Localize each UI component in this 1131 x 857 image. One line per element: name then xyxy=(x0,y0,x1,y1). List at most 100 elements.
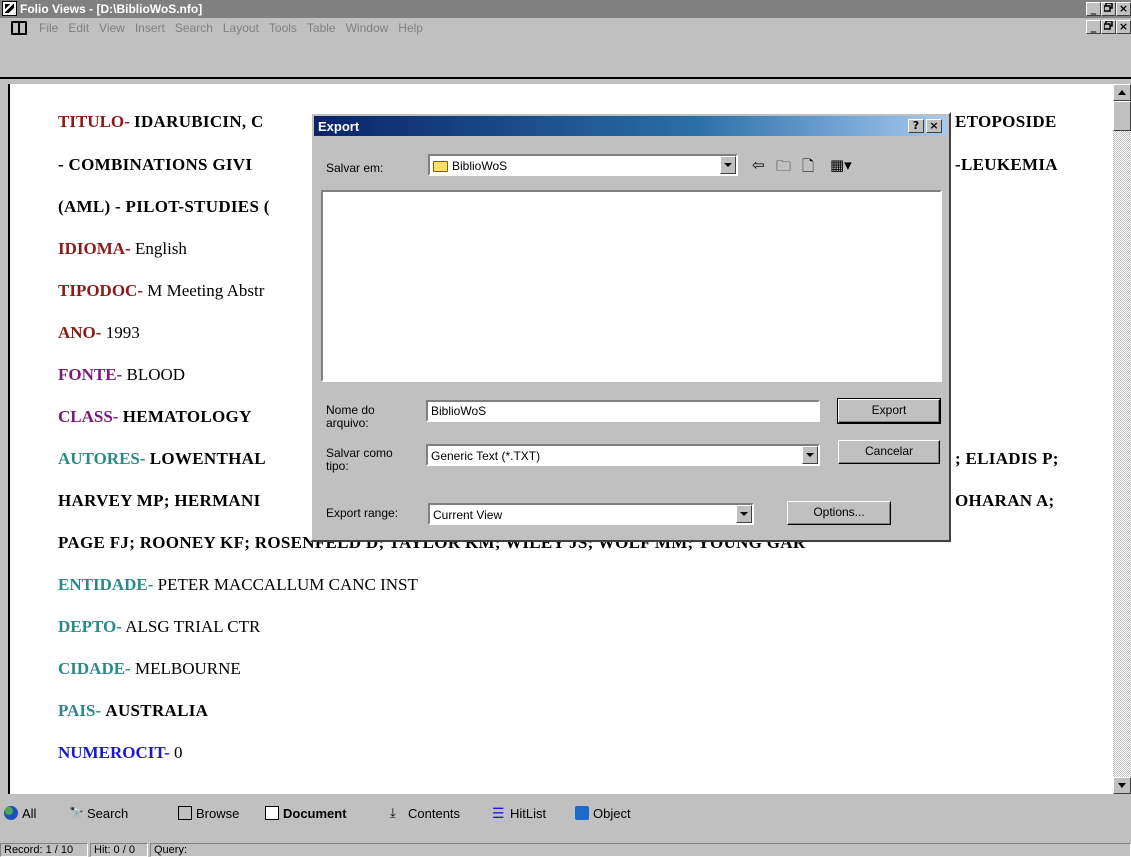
menu-tools[interactable]: Tools xyxy=(264,21,302,35)
scroll-thumb[interactable] xyxy=(1113,101,1131,131)
salvar-em-combo[interactable]: BiblioWoS xyxy=(428,154,738,176)
dialog-title-bar: Export ? × xyxy=(314,116,947,136)
menu-bar: File Edit View Insert Search Layout Tool… xyxy=(0,18,1131,38)
doc-line-autores-1: AUTORES- LOWENTHAL xyxy=(58,449,266,469)
doc-line-titulo-3: (AML) - PILOT-STUDIES ( xyxy=(58,197,270,217)
export-button[interactable]: Export xyxy=(837,398,941,424)
cidade-value: MELBOURNE xyxy=(134,659,241,678)
tab-contents[interactable]: ⤓ Contents xyxy=(390,803,460,823)
salvar-como-tipo-label: Salvar como tipo: xyxy=(326,446,393,473)
scroll-down-button[interactable] xyxy=(1113,777,1131,794)
file-type-dropdown-arrow[interactable] xyxy=(802,446,818,464)
scroll-up-button[interactable] xyxy=(1113,84,1131,101)
view-menu-icon[interactable]: ▦▾ xyxy=(830,156,852,174)
doc-minimize-button[interactable]: _ xyxy=(1086,20,1101,34)
menu-help[interactable]: Help xyxy=(393,21,428,35)
export-range-dropdown-arrow[interactable] xyxy=(736,505,752,523)
tab-browse-label: Browse xyxy=(196,805,240,821)
tab-document-label: Document xyxy=(283,805,347,821)
vertical-scrollbar[interactable] xyxy=(1113,84,1131,794)
file-type-combo[interactable]: Generic Text (*.TXT) xyxy=(426,444,820,466)
tab-object[interactable]: Object xyxy=(575,803,631,823)
minimize-button[interactable]: _ xyxy=(1086,2,1101,16)
restore-button[interactable] xyxy=(1101,2,1116,16)
dialog-close-button[interactable]: × xyxy=(926,119,942,133)
up-folder-icon[interactable]: 🗀 xyxy=(776,156,791,181)
tab-all[interactable]: All xyxy=(4,803,36,823)
folder-icon xyxy=(433,161,448,173)
back-icon[interactable]: ⇦ xyxy=(752,156,765,174)
field-label-tipodoc: TIPODOC- xyxy=(58,281,143,300)
file-list[interactable] xyxy=(321,190,942,382)
doc-line-numerocit: NUMEROCIT- 0 xyxy=(58,743,183,763)
titulo-text-1: IDARUBICIN, C xyxy=(134,112,264,131)
options-button[interactable]: Options... xyxy=(787,501,891,525)
dialog-title: Export xyxy=(318,119,360,134)
doc-line-ano: ANO- 1993 xyxy=(58,323,140,343)
salvar-em-label: Salvar em: xyxy=(326,161,384,175)
doc-line-cidade: CIDADE- MELBOURNE xyxy=(58,659,241,679)
nome-arquivo-label: Nome do arquivo: xyxy=(326,403,375,430)
tab-search-label: Search xyxy=(87,805,129,821)
autores-text-1-right: ; ELIADIS P; xyxy=(955,449,1059,468)
document-icon[interactable] xyxy=(11,21,27,35)
book-icon xyxy=(178,806,192,820)
salvar-em-dropdown-arrow[interactable] xyxy=(720,156,736,174)
titulo-text-3: (AML) - PILOT-STUDIES ( xyxy=(58,197,270,216)
depto-value: ALSG TRIAL CTR xyxy=(125,617,261,636)
doc-close-button[interactable]: × xyxy=(1116,20,1131,34)
field-label-autores: AUTORES- xyxy=(58,449,146,468)
filename-input[interactable]: BiblioWoS xyxy=(426,400,820,422)
export-range-combo[interactable]: Current View xyxy=(428,503,754,525)
titulo-text-2: - COMBINATIONS GIVI xyxy=(58,155,253,174)
tab-document[interactable]: Document xyxy=(265,803,347,823)
field-label-pais: PAIS- xyxy=(58,701,102,720)
doc-line-autores-2-right: OHARAN A; xyxy=(955,491,1055,511)
doc-line-idioma: IDIOMA- English xyxy=(58,239,187,259)
entidade-value: PETER MACCALLUM CANC INST xyxy=(157,575,418,594)
app-icon[interactable] xyxy=(2,1,17,16)
salvar-em-value: BiblioWoS xyxy=(452,159,508,173)
field-label-ano: ANO- xyxy=(58,323,102,342)
numerocit-value: 0 xyxy=(174,743,183,762)
field-label-idioma: IDIOMA- xyxy=(58,239,131,258)
field-label-cidade: CIDADE- xyxy=(58,659,131,678)
tab-hitlist[interactable]: ☰ HitList xyxy=(492,803,546,823)
tab-contents-label: Contents xyxy=(408,805,461,821)
menu-search[interactable]: Search xyxy=(170,21,218,35)
tab-search[interactable]: 🔭 Search xyxy=(69,803,128,823)
field-label-numerocit: NUMEROCIT- xyxy=(58,743,170,762)
menu-edit[interactable]: Edit xyxy=(63,21,94,35)
doc-line-titulo-2: - COMBINATIONS GIVI xyxy=(58,155,252,175)
doc-line-titulo-2-right: -LEUKEMIA xyxy=(955,155,1058,175)
doc-line-autores-2: HARVEY MP; HERMANI xyxy=(58,491,261,511)
doc-restore-button[interactable] xyxy=(1101,20,1116,34)
object-icon xyxy=(575,806,589,820)
export-range-value: Current View xyxy=(433,508,503,522)
menu-insert[interactable]: Insert xyxy=(130,21,170,35)
menu-window[interactable]: Window xyxy=(341,21,394,35)
doc-line-titulo-1-right: ETOPOSIDE xyxy=(955,112,1057,132)
titulo-text-1-right: ETOPOSIDE xyxy=(955,112,1057,131)
menu-file[interactable]: File xyxy=(34,21,63,35)
doc-line-depto: DEPTO- ALSG TRIAL CTR xyxy=(58,617,260,637)
doc-line-fonte: FONTE- BLOOD xyxy=(58,365,185,385)
close-button[interactable]: × xyxy=(1116,2,1131,16)
menu-layout[interactable]: Layout xyxy=(218,21,264,35)
tab-browse[interactable]: Browse xyxy=(178,803,239,823)
menu-table[interactable]: Table xyxy=(302,21,341,35)
fonte-value: BLOOD xyxy=(126,365,186,384)
globe-icon xyxy=(4,806,18,820)
help-button[interactable]: ? xyxy=(908,119,924,133)
menu-view[interactable]: View xyxy=(94,21,130,35)
document-page-icon xyxy=(265,806,279,820)
tipodoc-value: M Meeting Abstr xyxy=(147,281,265,300)
titulo-text-2-right: -LEUKEMIA xyxy=(955,155,1058,174)
tab-all-label: All xyxy=(22,805,37,821)
cancel-button[interactable]: Cancelar xyxy=(838,440,940,464)
contents-icon: ⤓ xyxy=(390,805,396,820)
new-folder-icon[interactable]: 🗋 xyxy=(802,156,814,181)
pais-value: AUSTRALIA xyxy=(105,701,209,720)
status-record: Record: 1 / 10 xyxy=(0,843,88,857)
autores-text-2: HARVEY MP; HERMANI xyxy=(58,491,261,510)
